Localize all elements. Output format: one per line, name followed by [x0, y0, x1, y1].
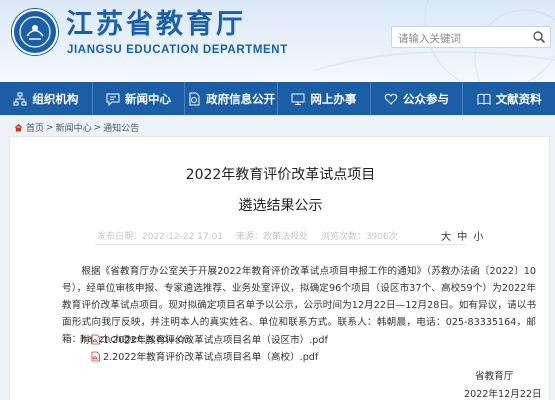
- font-size-switcher: 大 中 小: [441, 228, 486, 243]
- nav-item-online-services[interactable]: 网上办事: [278, 82, 371, 115]
- attachment-name: 1.2022年教育评价改革试点项目名单（设区市）.pdf: [103, 335, 328, 346]
- article-card: 2022年教育评价改革试点项目 遴选结果公示 发布日期：2022-12-22 1…: [9, 136, 550, 400]
- search-icon[interactable]: [532, 30, 546, 44]
- breadcrumb-separator: >: [93, 122, 102, 133]
- nav-item-gov-info[interactable]: 政府信息公开: [185, 82, 279, 115]
- article-meta: 发布日期：2022-12-22 17:01 来源：政策法规处 浏览次数：3906…: [97, 229, 408, 242]
- nav-item-news[interactable]: 新闻中心: [93, 82, 186, 115]
- heart-hand-icon: [384, 92, 398, 106]
- article-title: 2022年教育评价改革试点项目: [185, 167, 376, 183]
- site-subtitle: JIANGSU EDUCATION DEPARTMENT: [67, 44, 288, 56]
- divider: [95, 244, 467, 245]
- attachment-name: 2.2022年教育评价改革试点项目名单（高校）.pdf: [103, 352, 319, 363]
- font-size-small[interactable]: 小: [473, 232, 483, 243]
- breadcrumb-home[interactable]: 首页: [26, 121, 44, 134]
- home-icon: [14, 123, 23, 132]
- nav-item-label: 组织机构: [32, 91, 79, 106]
- breadcrumb-news-center[interactable]: 新闻中心: [56, 121, 92, 134]
- breadcrumb: 首页 > 新闻中心 > 通知公告: [14, 121, 139, 134]
- attachment-link[interactable]: 1.2022年教育评价改革试点项目名单（设区市）.pdf: [90, 332, 328, 346]
- pdf-icon: [91, 334, 100, 344]
- nav-item-label: 文献资料: [495, 91, 542, 106]
- pdf-icon: [91, 351, 100, 361]
- document-icon: [187, 92, 201, 106]
- nav-item-label: 政府信息公开: [206, 91, 276, 106]
- signature: 省教育厅: [475, 371, 514, 382]
- article-source: 来源：政策法规处: [235, 232, 308, 242]
- nav-item-documents[interactable]: 文献资料: [463, 82, 555, 115]
- signature-date: 2022年12月22日: [464, 389, 542, 400]
- search-input[interactable]: [392, 29, 530, 49]
- attachment-link[interactable]: 2.2022年教育评价改革试点项目名单（高校）.pdf: [90, 349, 318, 363]
- site-header: 江苏省教育厅 JIANGSU EDUCATION DEPARTMENT: [0, 0, 555, 82]
- view-count: 浏览次数：3906次: [320, 232, 398, 242]
- search-box: [391, 26, 551, 49]
- org-chart-icon: [13, 92, 27, 106]
- breadcrumb-separator: >: [46, 122, 54, 133]
- book-icon: [477, 92, 491, 106]
- publish-date: 发布日期：2022-12-22 17:01: [97, 232, 224, 242]
- nav-item-label: 公众参与: [403, 91, 450, 106]
- nav-item-label: 网上办事: [310, 91, 357, 106]
- main-nav: 组织机构 新闻中心 政府信息公开 网上办事 公众参与 文献资料: [0, 82, 555, 115]
- breadcrumb-notices[interactable]: 通知公告: [103, 121, 139, 134]
- site-title[interactable]: 江苏省教育厅: [66, 8, 246, 42]
- monitor-icon: [291, 92, 305, 106]
- nav-item-organization[interactable]: 组织机构: [0, 82, 93, 115]
- nav-item-label: 新闻中心: [125, 91, 171, 106]
- article-subtitle: 遴选结果公示: [238, 198, 323, 214]
- nav-item-public-participation[interactable]: 公众参与: [371, 82, 464, 115]
- emblem-logo[interactable]: [12, 9, 58, 55]
- chat-bubble-icon: [106, 92, 120, 106]
- font-size-medium[interactable]: 中: [457, 232, 467, 243]
- font-size-large[interactable]: 大: [441, 232, 451, 243]
